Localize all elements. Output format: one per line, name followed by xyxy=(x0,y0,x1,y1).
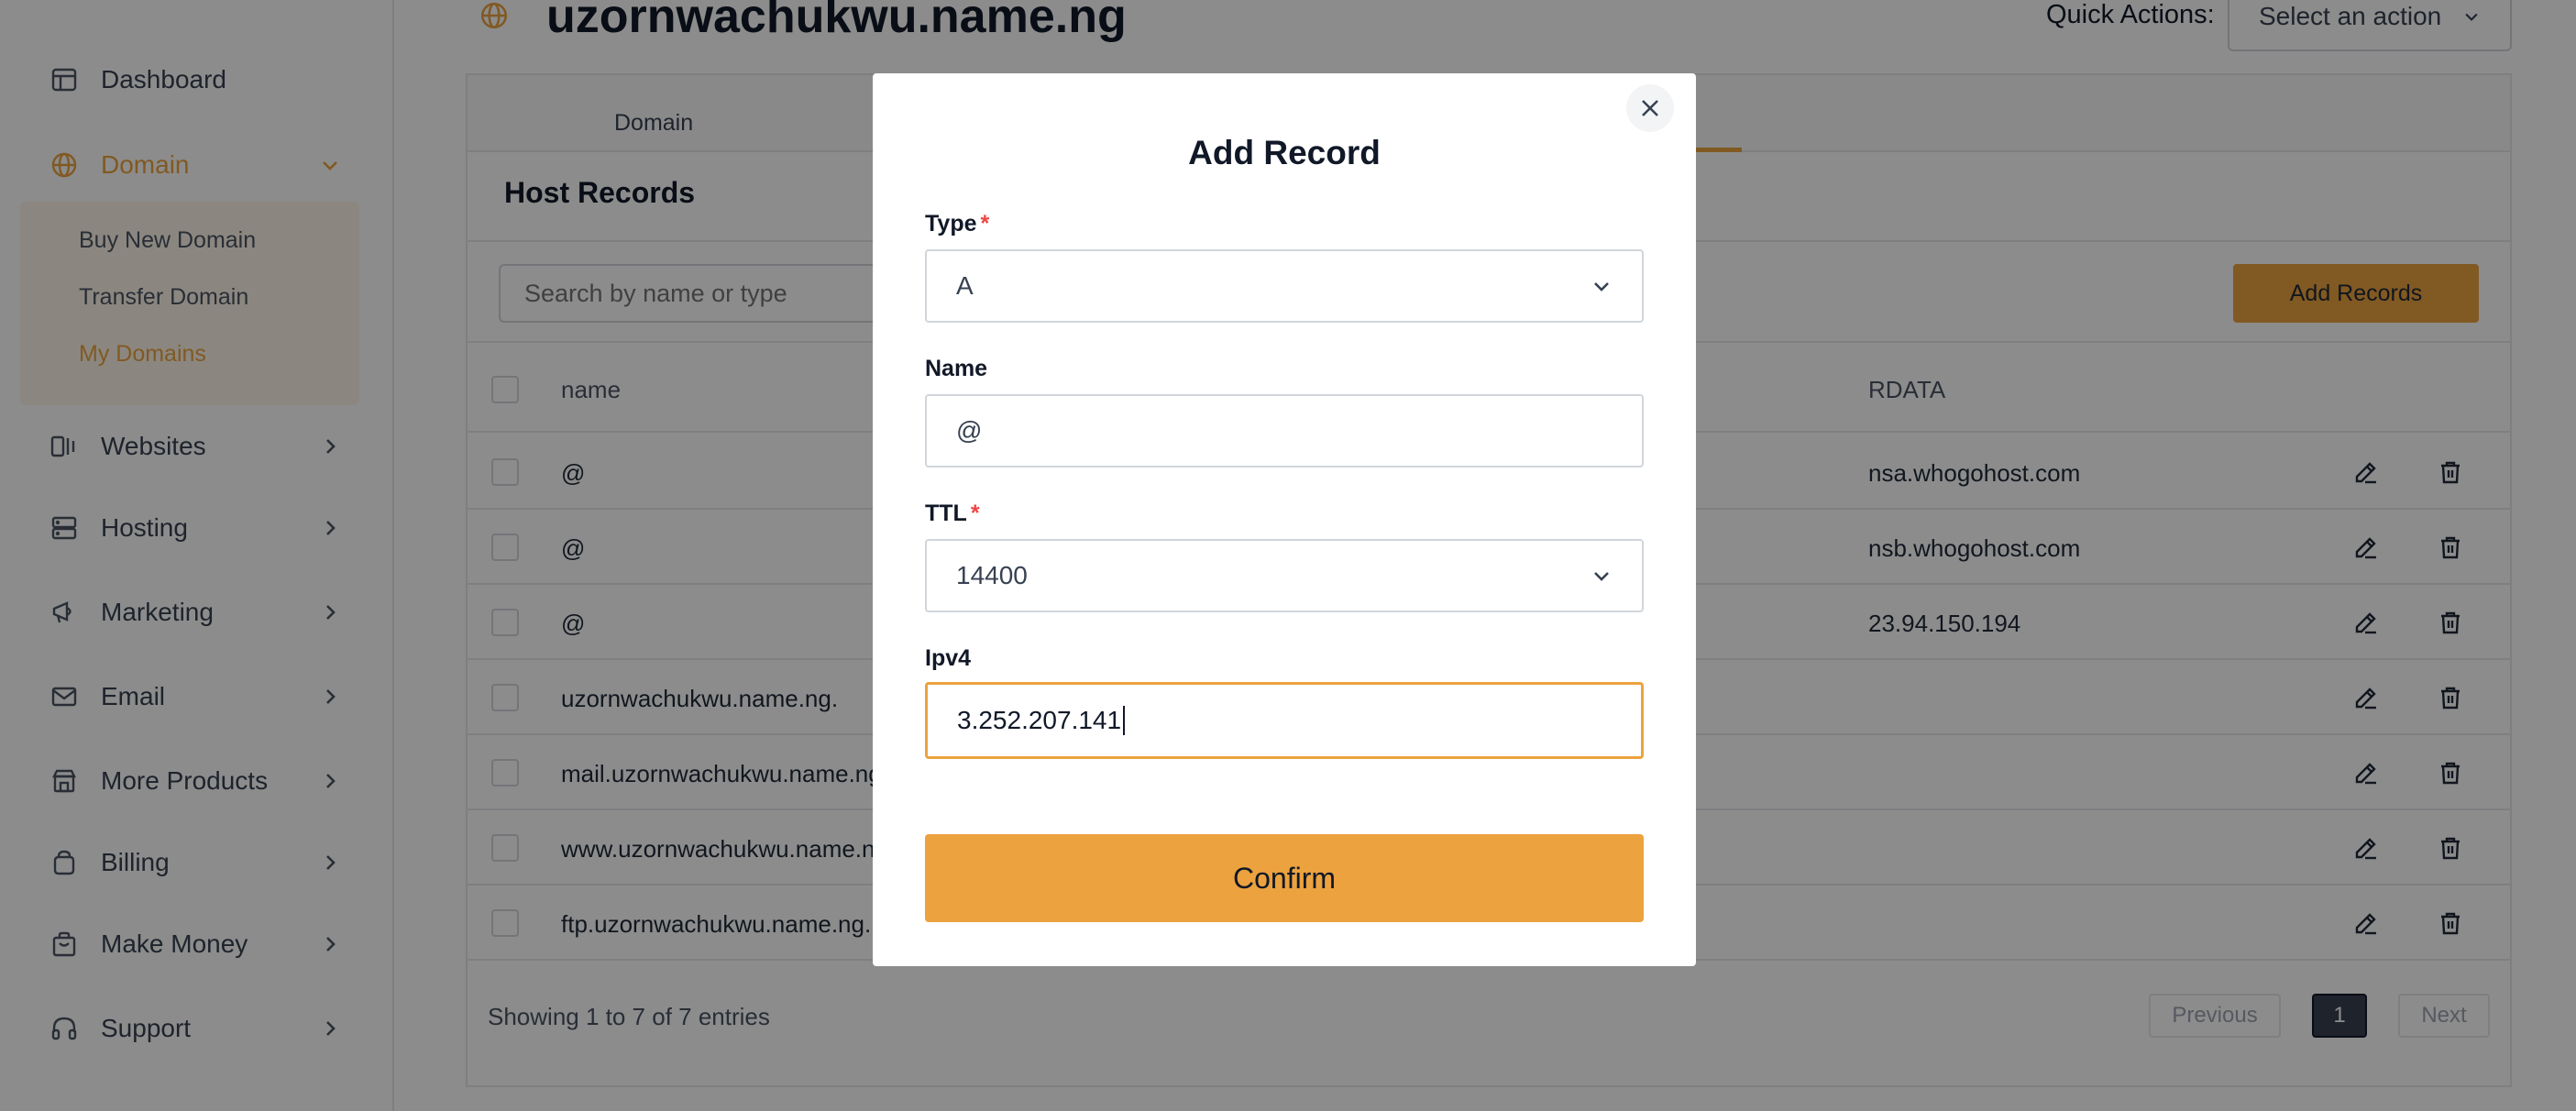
type-value: A xyxy=(956,271,974,300)
confirm-button[interactable]: Confirm xyxy=(925,834,1644,922)
name-field[interactable]: @ xyxy=(925,394,1644,468)
ttl-label: TTL * xyxy=(925,500,980,527)
ipv4-label: Ipv4 xyxy=(925,645,972,671)
ttl-value: 14400 xyxy=(956,561,1028,589)
name-value: @ xyxy=(956,416,983,445)
close-icon xyxy=(1638,96,1662,120)
type-label: Type * xyxy=(925,211,989,237)
text-cursor xyxy=(1123,706,1126,735)
close-button[interactable] xyxy=(1626,84,1674,132)
modal-title: Add Record xyxy=(1188,134,1381,171)
ipv4-value: 3.252.207.141 xyxy=(957,706,1122,734)
required-mark: * xyxy=(970,500,980,526)
chevron-down-icon xyxy=(1591,565,1613,587)
type-label-text: Type xyxy=(925,211,977,236)
ttl-select[interactable]: 14400 xyxy=(925,539,1644,612)
required-mark: * xyxy=(980,211,990,236)
type-select[interactable]: A xyxy=(925,249,1644,323)
add-record-modal xyxy=(873,73,1696,966)
chevron-down-icon xyxy=(1591,275,1613,297)
ipv4-field[interactable]: 3.252.207.141 xyxy=(925,682,1644,759)
ttl-label-text: TTL xyxy=(925,500,967,526)
name-label: Name xyxy=(925,356,988,381)
